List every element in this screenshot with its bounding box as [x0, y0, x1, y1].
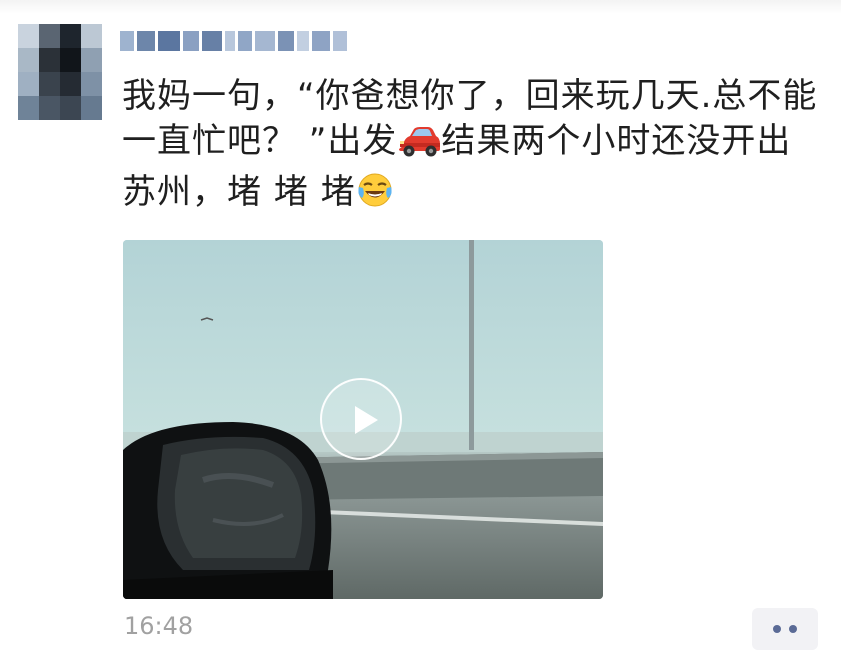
more-dots-icon	[789, 625, 797, 633]
video-thumbnail[interactable]	[123, 240, 603, 599]
more-dots-icon	[773, 625, 781, 633]
post-text: 我妈一句，“你爸想你了，回来玩几天.总不能 一直忙吧？ ”出发 结果两个小时还没…	[122, 74, 822, 221]
more-actions-button[interactable]	[752, 608, 818, 650]
nickname-redacted[interactable]	[120, 28, 390, 54]
car-emoji-icon	[397, 124, 441, 170]
avatar[interactable]	[18, 24, 102, 120]
post-line-1: 我妈一句，“你爸想你了，回来玩几天.总不能	[122, 76, 818, 116]
play-icon	[355, 406, 378, 434]
timestamp: 16:48	[124, 612, 194, 640]
post-line-2a: 一直忙吧？ ”出发	[122, 121, 398, 161]
post-line-2b: 结果两个小时还没开出	[441, 121, 792, 161]
top-edge	[0, 0, 841, 14]
post-line-3: 苏州，堵 堵 堵	[122, 172, 356, 212]
laughing-crying-emoji-icon	[356, 171, 394, 221]
play-button[interactable]	[320, 378, 402, 460]
